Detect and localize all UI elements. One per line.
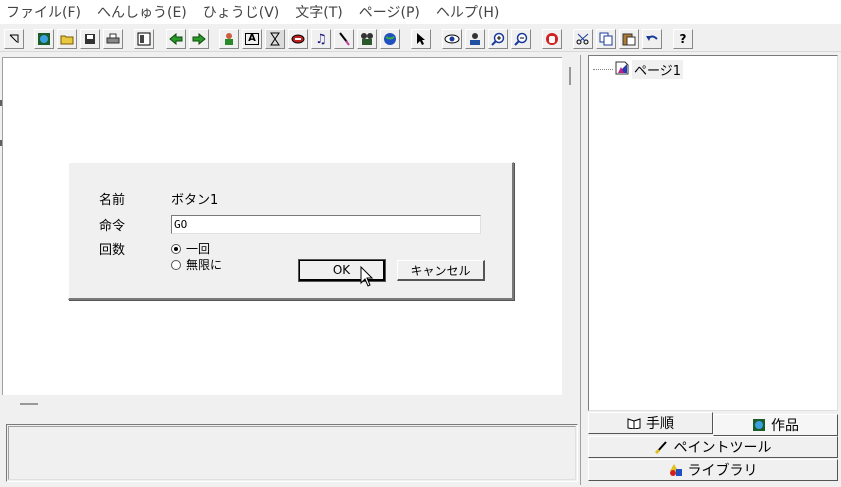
tab-works[interactable]: 作品 <box>713 414 838 436</box>
print-icon[interactable] <box>103 29 123 49</box>
radio-infinite-label: 無限に <box>186 258 223 272</box>
text-tool-label: A <box>245 33 259 45</box>
menu-page[interactable]: ページ(P) <box>351 2 428 22</box>
tab-library[interactable]: ライブラリ <box>588 459 838 481</box>
canvas-scroll-thumb[interactable] <box>569 67 571 85</box>
menu-bar: ファイル(F) へんしゅう(E) ひょうじ(V) 文字(T) ページ(P) ヘル… <box>0 0 841 24</box>
undo-icon[interactable] <box>642 29 662 49</box>
cancel-button[interactable]: キャンセル <box>397 260 485 281</box>
back-arrow-icon[interactable] <box>166 29 186 49</box>
copy-icon[interactable] <box>596 29 616 49</box>
tab-works-label: 作品 <box>771 418 799 434</box>
select-arrow-icon[interactable] <box>4 29 24 49</box>
menu-help[interactable]: ヘルプ(H) <box>428 2 507 22</box>
book-icon <box>627 417 641 429</box>
paste-icon[interactable] <box>619 29 639 49</box>
open-folder-icon[interactable] <box>57 29 77 49</box>
menu-text[interactable]: 文字(T) <box>287 2 350 22</box>
radio-infinite-indicator[interactable] <box>171 259 181 270</box>
radio-once[interactable]: 一回 <box>171 240 210 257</box>
new-page-icon[interactable] <box>34 29 54 49</box>
button-tool-icon[interactable] <box>288 29 308 49</box>
pointer-icon[interactable] <box>411 29 431 49</box>
tab-row-bottom: ライブラリ <box>588 459 838 481</box>
radio-once-indicator[interactable] <box>171 243 181 254</box>
help-label: ? <box>679 32 687 46</box>
tab-paint-tool-label: ペイントツール <box>673 440 772 456</box>
page-tree: ページ1 <box>588 55 838 411</box>
tree-connector <box>593 69 613 70</box>
shapes-icon <box>669 463 683 477</box>
panel-splitter[interactable] <box>580 55 588 485</box>
message-panel-inner <box>8 426 576 480</box>
text-tool-icon[interactable]: A <box>242 29 262 49</box>
movie-icon[interactable] <box>357 29 377 49</box>
forward-arrow-icon[interactable] <box>189 29 209 49</box>
tab-procedure-label: 手順 <box>646 416 674 432</box>
stamp-icon[interactable] <box>465 29 485 49</box>
tree-item-label: ページ1 <box>632 60 684 79</box>
name-value: ボタン1 <box>171 193 219 208</box>
save-icon[interactable] <box>80 29 100 49</box>
help-icon[interactable]: ? <box>673 29 693 49</box>
layout-icon[interactable] <box>134 29 154 49</box>
count-label: 回数 <box>99 243 126 258</box>
command-input[interactable]: GO <box>171 215 481 234</box>
tab-row-middle: ペイントツール <box>588 436 838 458</box>
menu-edit[interactable]: へんしゅう(E) <box>89 2 195 22</box>
message-panel <box>6 424 578 482</box>
eye-icon[interactable] <box>442 29 462 49</box>
page-icon <box>615 61 629 78</box>
button-properties-dialog: 名前 ボタン1 命令 GO 回数 一回 無限に OK キャンセル <box>68 162 514 300</box>
works-icon <box>752 418 766 432</box>
canvas-vertical-scrollbar[interactable] <box>562 57 578 397</box>
stop-hand-icon[interactable] <box>542 29 562 49</box>
tab-paint-tool[interactable]: ペイントツール <box>588 436 838 458</box>
zoom-out-icon[interactable] <box>511 29 531 49</box>
tab-row-top: 手順 作品 <box>588 412 838 436</box>
zoom-in-icon[interactable] <box>488 29 508 49</box>
tab-procedure[interactable]: 手順 <box>588 412 713 434</box>
cut-icon[interactable] <box>573 29 593 49</box>
command-label: 命令 <box>99 219 126 234</box>
hourglass-icon[interactable] <box>265 29 285 49</box>
mouse-pointer-icon <box>360 265 374 291</box>
paint-brush-icon <box>654 440 669 454</box>
globe-icon[interactable] <box>380 29 400 49</box>
music-icon[interactable]: ♫ <box>311 29 331 49</box>
toolbar: A ♫ ? <box>0 26 841 52</box>
menu-view[interactable]: ひょうじ(V) <box>195 2 288 22</box>
tree-item-page[interactable]: ページ1 <box>593 60 684 79</box>
radio-once-label: 一回 <box>186 242 211 256</box>
radio-infinite[interactable]: 無限に <box>171 256 222 273</box>
canvas-horizontal-scroll-thumb[interactable] <box>20 403 38 405</box>
menu-file[interactable]: ファイル(F) <box>0 2 89 22</box>
name-label: 名前 <box>99 193 126 208</box>
actor-icon[interactable] <box>219 29 239 49</box>
brush-icon[interactable] <box>334 29 354 49</box>
tab-library-label: ライブラリ <box>687 463 758 479</box>
